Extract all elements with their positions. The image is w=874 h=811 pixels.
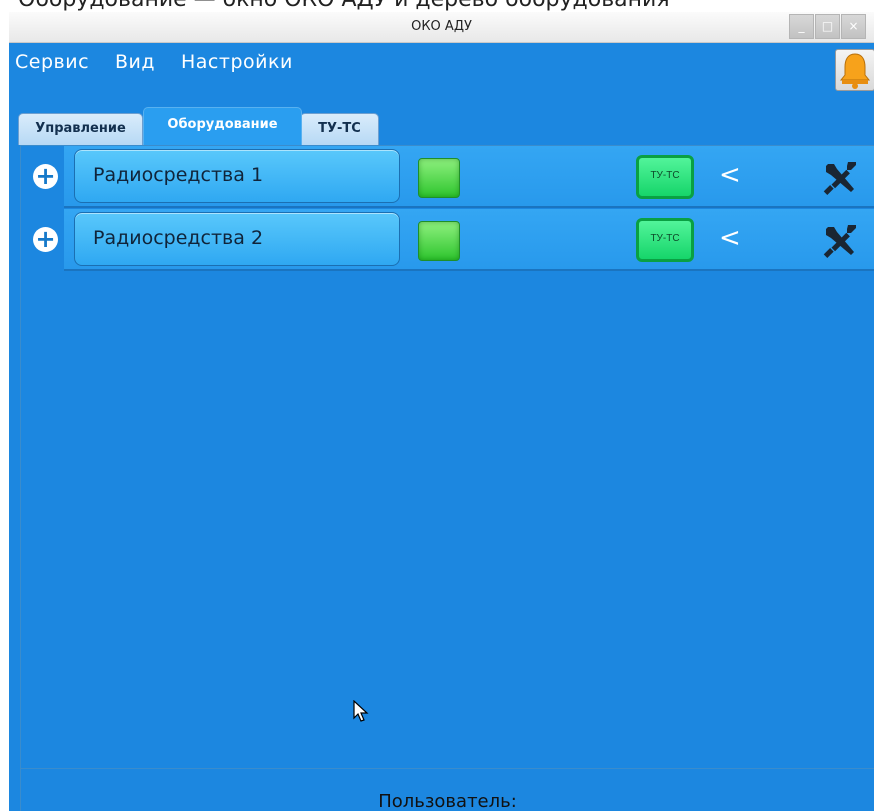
plus-icon: +: [35, 225, 56, 253]
menu-service[interactable]: Сервис: [15, 51, 89, 73]
plus-icon: +: [35, 162, 56, 190]
tab-control[interactable]: Управление: [18, 113, 143, 145]
equipment-panel: + Радиосредства 1 ТУ-ТС < + Радиосредств…: [20, 145, 874, 768]
menu-view[interactable]: Вид: [115, 51, 155, 73]
mouse-cursor-icon: [353, 700, 369, 722]
chevron-left-icon[interactable]: <: [719, 223, 741, 257]
equipment-name: Радиосредства 2: [93, 227, 264, 249]
tu-ts-button[interactable]: ТУ-ТС: [636, 218, 694, 262]
tools-button[interactable]: [820, 158, 860, 198]
equipment-name: Радиосредства 1: [93, 164, 264, 186]
notifications-button[interactable]: [835, 49, 874, 91]
equipment-name-button[interactable]: Радиосредства 2: [74, 212, 400, 266]
equipment-name-button[interactable]: Радиосредства 1: [74, 149, 400, 203]
main-window: ОКО АДУ _ □ × Сервис Вид Настройки Управ…: [9, 12, 874, 811]
menu-bar: Сервис Вид Настройки: [9, 43, 874, 79]
equipment-row: Радиосредства 2 ТУ-ТС <: [64, 209, 874, 271]
tu-ts-label: ТУ-ТС: [650, 233, 680, 244]
tu-ts-button[interactable]: ТУ-ТС: [636, 155, 694, 199]
chevron-left-icon[interactable]: <: [719, 160, 741, 194]
window-controls: _ □ ×: [789, 12, 874, 43]
tab-equipment[interactable]: Оборудование: [143, 107, 302, 145]
wrench-screwdriver-icon: [823, 225, 856, 258]
background-text: Оборудование — окно ОКО АДУ и дерево обо…: [18, 0, 670, 12]
user-label: Пользователь:: [378, 791, 517, 811]
tu-ts-label: ТУ-ТС: [650, 170, 680, 181]
window-title: ОКО АДУ: [411, 19, 472, 34]
equipment-row: Радиосредства 1 ТУ-ТС <: [64, 146, 874, 208]
title-bar[interactable]: ОКО АДУ _ □ ×: [9, 12, 874, 43]
expand-button-2[interactable]: +: [33, 227, 58, 252]
status-bar: Пользователь:: [20, 768, 874, 811]
status-indicator: [418, 158, 460, 198]
expand-button-1[interactable]: +: [33, 164, 58, 189]
tools-button[interactable]: [820, 221, 860, 261]
minimize-button[interactable]: _: [789, 14, 814, 39]
menu-settings[interactable]: Настройки: [181, 51, 293, 73]
tab-tu-ts[interactable]: ТУ-ТС: [300, 113, 379, 145]
close-button[interactable]: ×: [841, 14, 866, 39]
status-indicator: [418, 221, 460, 261]
maximize-button[interactable]: □: [815, 14, 840, 39]
wrench-screwdriver-icon: [823, 162, 856, 195]
bell-icon: [839, 53, 871, 89]
